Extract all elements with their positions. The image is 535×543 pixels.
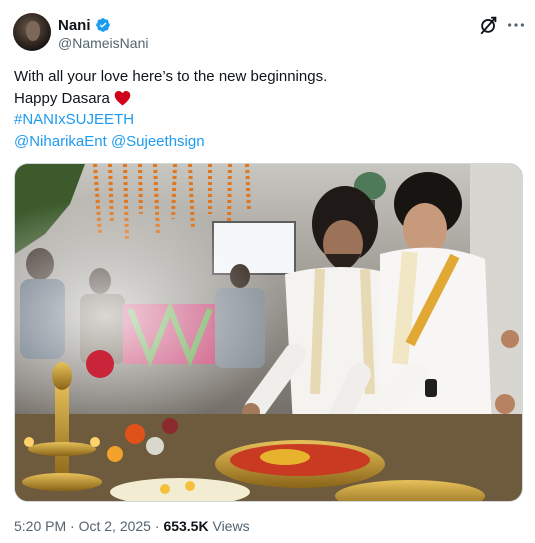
tweet-footer: 5:20 PM · Oct 2, 2025 · 653.5K Views: [14, 518, 250, 534]
author-avatar[interactable]: [13, 13, 51, 51]
footer-separator: ·: [70, 518, 75, 534]
tweet-date[interactable]: Oct 2, 2025: [79, 518, 151, 534]
views-label: Views: [212, 518, 250, 534]
author-handle[interactable]: @NameisNani: [58, 35, 148, 51]
author-name-row: Nani: [58, 15, 111, 35]
grok-icon[interactable]: [478, 14, 500, 36]
tweet-text-happy-dasara: Happy Dasara: [14, 89, 110, 107]
mentions-line: @NiharikaEnt @Sujeethsign: [14, 131, 514, 153]
views-count: 653.5K: [163, 518, 209, 534]
footer-separator-2: ·: [154, 518, 160, 534]
tweet-text: With all your love here’s to the new beg…: [14, 66, 514, 152]
tweet-image[interactable]: [14, 163, 523, 502]
mention-sujeethsign[interactable]: @Sujeethsign: [111, 133, 205, 150]
tweet-text-line-2: Happy Dasara: [14, 88, 514, 110]
more-horizontal-icon[interactable]: [505, 14, 527, 36]
mention-niharikaent[interactable]: @NiharikaEnt: [14, 133, 107, 150]
tweet-text-line-1: With all your love here’s to the new beg…: [14, 68, 328, 85]
tweet-time[interactable]: 5:20 PM: [14, 518, 66, 534]
hashtag-link[interactable]: #NANIxSUJEETH: [14, 109, 514, 131]
red-heart-emoji-icon: [114, 90, 131, 105]
pooja-photo: [15, 164, 522, 501]
author-name[interactable]: Nani: [58, 17, 91, 34]
verified-badge-icon: [95, 18, 110, 32]
tweet-card: Nani @NameisNani With all your love here…: [0, 0, 535, 543]
